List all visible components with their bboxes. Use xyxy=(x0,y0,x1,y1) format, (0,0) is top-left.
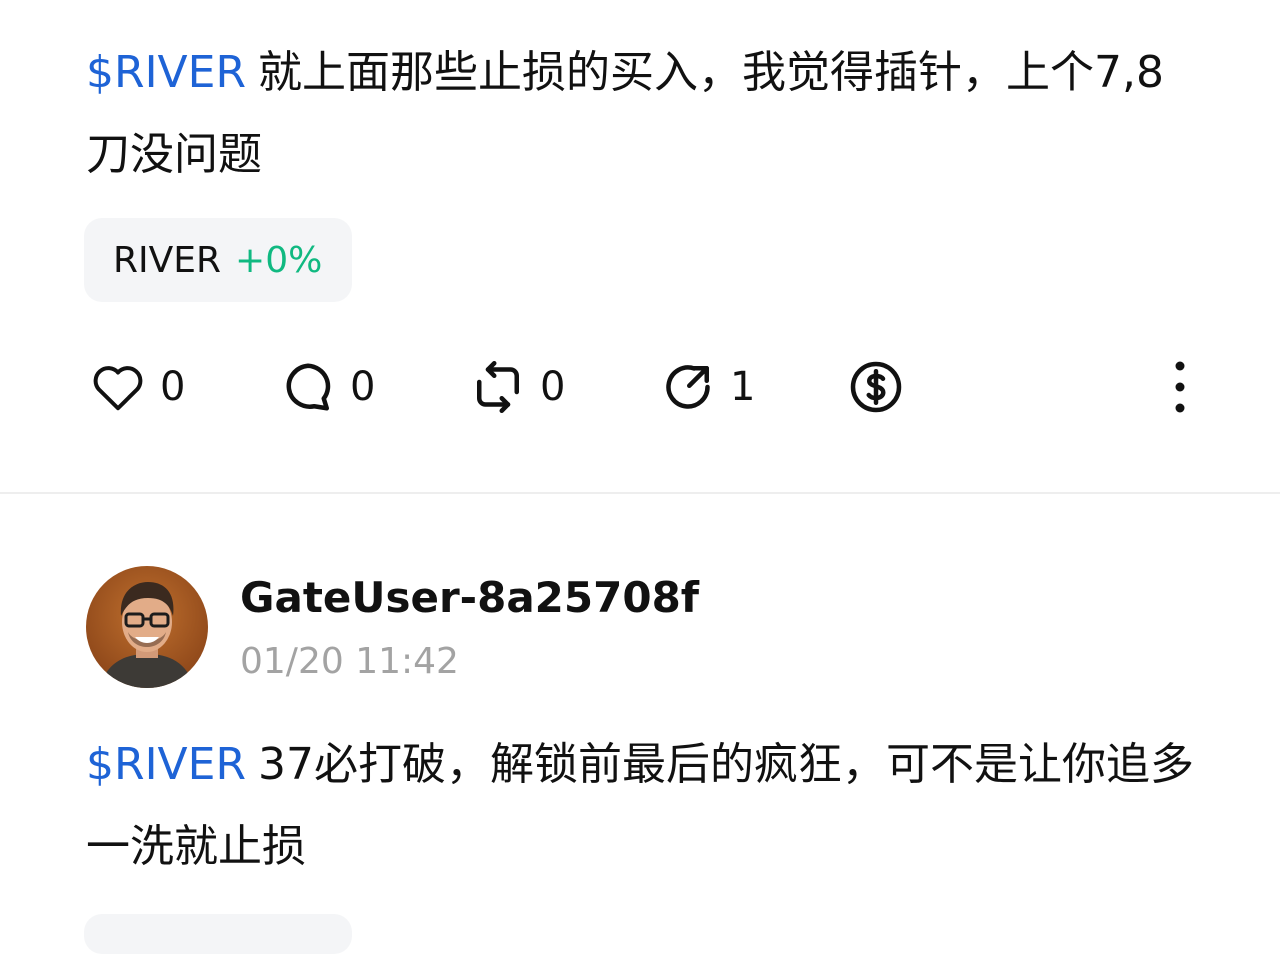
token-chip[interactable] xyxy=(84,914,352,954)
avatar[interactable] xyxy=(86,566,208,688)
tip-button[interactable] xyxy=(846,352,906,422)
post-text: $RIVER 37必打破，解锁前最后的疯狂，可不是让你追多一洗就止损 xyxy=(86,724,1196,888)
token-symbol: RIVER xyxy=(113,239,222,281)
token-chip[interactable]: RIVER +0% xyxy=(84,218,352,302)
post-actions: 0 0 0 1 xyxy=(0,352,1280,422)
more-options-button[interactable] xyxy=(1160,352,1200,422)
cashtag-link[interactable]: $RIVER xyxy=(86,739,246,790)
post-card: GateUser-8a25708f 01/20 11:42 $RIVER 37必打… xyxy=(0,494,1280,954)
token-change: +0% xyxy=(235,239,323,281)
post-body: 就上面那些止损的买入，我觉得插针，上个7,8刀没问题 xyxy=(86,47,1164,180)
like-button[interactable]: 0 xyxy=(88,352,185,422)
share-icon xyxy=(658,357,718,417)
post-body: 37必打破，解锁前最后的疯狂，可不是让你追多一洗就止损 xyxy=(86,739,1195,872)
tip-dollar-icon xyxy=(846,357,906,417)
repost-icon xyxy=(468,357,528,417)
cashtag-link[interactable]: $RIVER xyxy=(86,47,246,98)
like-count: 0 xyxy=(160,364,186,410)
repost-button[interactable]: 0 xyxy=(468,352,565,422)
heart-icon xyxy=(88,357,148,417)
comment-button[interactable]: 0 xyxy=(278,352,375,422)
more-vertical-icon xyxy=(1173,359,1187,415)
post-card: $RIVER 就上面那些止损的买入，我觉得插针，上个7,8刀没问题 RIVER +… xyxy=(0,0,1280,493)
author-name[interactable]: GateUser-8a25708f xyxy=(240,566,699,630)
share-count: 1 xyxy=(730,364,756,410)
post-text: $RIVER 就上面那些止损的买入，我觉得插针，上个7,8刀没问题 xyxy=(86,32,1196,196)
share-button[interactable]: 1 xyxy=(658,352,755,422)
post-timestamp: 01/20 11:42 xyxy=(240,641,459,682)
repost-count: 0 xyxy=(540,364,566,410)
comment-count: 0 xyxy=(350,364,376,410)
comment-icon xyxy=(278,357,338,417)
